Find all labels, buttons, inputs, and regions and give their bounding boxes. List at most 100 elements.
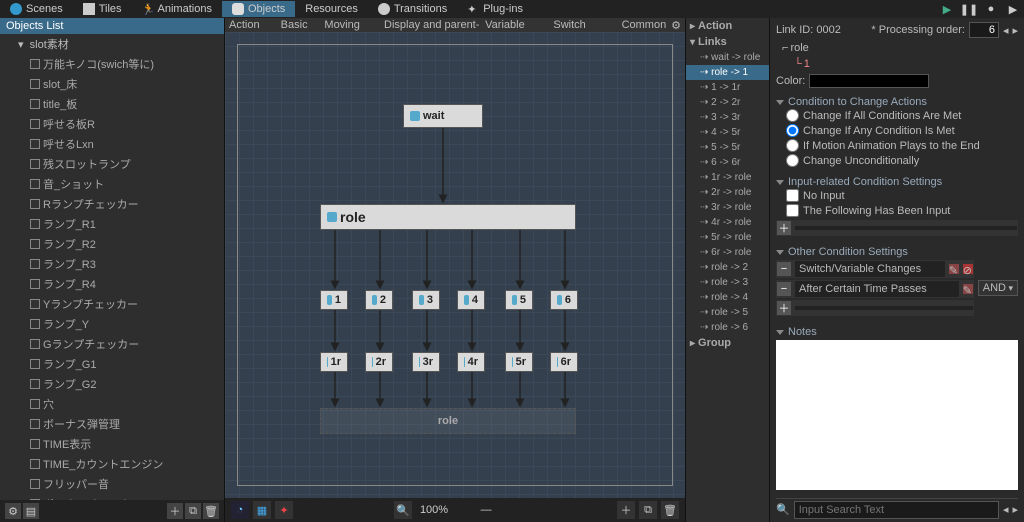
object-item[interactable]: ランプ_G1 (0, 354, 224, 374)
tab-scenes[interactable]: Scenes (0, 1, 73, 17)
link-item[interactable]: ⇢ role -> 6 (686, 320, 769, 335)
action-graph-canvas[interactable]: wait role 1 2 3 4 5 6 1r 2r 3r 4r 5r 6r … (225, 32, 685, 498)
tab-objects[interactable]: Objects (222, 1, 295, 17)
del-node-button[interactable]: 🗑 (661, 501, 679, 519)
object-item[interactable]: ランプ_R3 (0, 254, 224, 274)
proc-order-right-icon[interactable]: ▸ (1012, 24, 1018, 37)
node-4r[interactable]: 4r (457, 352, 485, 372)
ct-moving[interactable]: Moving and Jumping (324, 19, 380, 31)
record-button[interactable]: ● (982, 2, 1000, 16)
object-item[interactable]: ランプ_R4 (0, 274, 224, 294)
tab-tiles[interactable]: Tiles (73, 1, 132, 17)
object-item[interactable]: ランプ_G2 (0, 374, 224, 394)
link-item[interactable]: ⇢ role -> 2 (686, 260, 769, 275)
folder[interactable]: ▾ slot素材 (0, 34, 224, 54)
object-item[interactable]: slot_床 (0, 74, 224, 94)
tree-action[interactable]: ▸ Action (686, 18, 769, 34)
ct-common[interactable]: Common Actions (622, 19, 668, 31)
link-item[interactable]: ⇢ 6 -> 6r (686, 155, 769, 170)
chk-following-input[interactable] (786, 204, 799, 217)
node-1r[interactable]: 1r (320, 352, 348, 372)
color-swatch[interactable] (809, 74, 929, 88)
proc-order-left-icon[interactable]: ◂ (1003, 24, 1009, 37)
zoom-slider[interactable]: — (456, 501, 516, 519)
object-item[interactable]: ボーナス弾管理 (0, 414, 224, 434)
node-6[interactable]: 6 (550, 290, 578, 310)
and-toggle[interactable]: AND ▾ (978, 280, 1018, 296)
object-item[interactable]: 残スロットランプ (0, 154, 224, 174)
tab-transitions[interactable]: Transitions (368, 1, 457, 17)
node-2[interactable]: 2 (365, 290, 393, 310)
add-button[interactable]: ＋ (167, 503, 183, 519)
ct-display[interactable]: Display and parent-child relationship (384, 19, 481, 31)
link-item[interactable]: ⇢ 2 -> 2r (686, 95, 769, 110)
node-2r[interactable]: 2r (365, 352, 393, 372)
tree-group[interactable]: ▸ Group (686, 335, 769, 351)
toolbtn-3[interactable]: ✦ (275, 501, 293, 519)
radio-motion[interactable] (786, 139, 799, 152)
delete-button[interactable]: 🗑 (203, 503, 219, 519)
object-item[interactable]: TIME表示 (0, 434, 224, 454)
links-tree-panel[interactable]: ▸ Action ▾ Links ⇢ wait -> role⇢ role ->… (685, 18, 769, 522)
edit-cond2-button[interactable]: ✎ (963, 284, 973, 294)
object-item[interactable]: 呼せる板R (0, 114, 224, 134)
pause-button[interactable]: ❚❚ (960, 2, 978, 16)
radio-all[interactable] (786, 109, 799, 122)
node-6r[interactable]: 6r (550, 352, 578, 372)
object-item[interactable]: 音_ショット (0, 174, 224, 194)
link-item[interactable]: ⇢ 4 -> 5r (686, 125, 769, 140)
link-item[interactable]: ⇢ 3r -> role (686, 200, 769, 215)
node-1[interactable]: 1 (320, 290, 348, 310)
object-item[interactable]: ランプ_Y (0, 314, 224, 334)
duplicate-button[interactable]: ⧉ (185, 503, 201, 519)
radio-uncond[interactable] (786, 154, 799, 167)
node-5r[interactable]: 5r (505, 352, 533, 372)
link-item[interactable]: ⇢ role -> 4 (686, 290, 769, 305)
ct-basic-settings[interactable]: Basic Settings (281, 19, 321, 31)
remove-cond2-button[interactable]: − (777, 282, 791, 296)
node-wait[interactable]: wait (403, 104, 483, 128)
object-item[interactable]: 万能キノコ(swich等に) (0, 54, 224, 74)
notes-textarea[interactable] (776, 340, 1018, 490)
link-item[interactable]: ⇢ 1 -> 1r (686, 80, 769, 95)
ct-action-programs[interactable]: Action Programs (229, 19, 277, 31)
zoom-out-button[interactable]: 🔍 (394, 501, 412, 519)
link-item[interactable]: ⇢ 3 -> 3r (686, 110, 769, 125)
ct-variable[interactable]: Variable management (485, 19, 549, 31)
node-role[interactable]: role (320, 204, 576, 230)
search-next-icon[interactable]: ▸ (1012, 503, 1018, 516)
object-item[interactable]: Gランプチェッカー (0, 334, 224, 354)
link-item[interactable]: ⇢ 1r -> role (686, 170, 769, 185)
proc-order-input[interactable] (969, 22, 999, 38)
add-input-cond-button[interactable]: ＋ (777, 221, 791, 235)
add-cond-button[interactable]: ＋ (777, 301, 791, 315)
link-item[interactable]: ⇢ 6r -> role (686, 245, 769, 260)
link-item[interactable]: ⇢ role -> 3 (686, 275, 769, 290)
del-cond1-button[interactable]: ⊘ (963, 264, 973, 274)
filter-icon[interactable]: ▤ (23, 503, 39, 519)
ct-gear-icon[interactable]: ⚙ (671, 19, 681, 31)
play-button[interactable]: ▶ (938, 2, 956, 16)
forward-button[interactable]: ▶ (1004, 2, 1022, 16)
object-item[interactable]: TIME_カウントエンジン (0, 454, 224, 474)
link-item[interactable]: ⇢ 5r -> role (686, 230, 769, 245)
node-3[interactable]: 3 (412, 290, 440, 310)
chk-no-input[interactable] (786, 189, 799, 202)
tab-plugins[interactable]: ✦Plug-ins (457, 1, 533, 17)
link-item[interactable]: ⇢ 5 -> 5r (686, 140, 769, 155)
link-item[interactable]: ⇢ 4r -> role (686, 215, 769, 230)
object-item[interactable]: title_板 (0, 94, 224, 114)
object-item[interactable]: ランプ_R2 (0, 234, 224, 254)
remove-cond1-button[interactable]: − (777, 262, 791, 276)
link-item[interactable]: ⇢ role -> 5 (686, 305, 769, 320)
object-item[interactable]: Rランプチェッカー (0, 194, 224, 214)
object-item[interactable]: 穴 (0, 394, 224, 414)
objects-list[interactable]: ▾ slot素材 万能キノコ(swich等に)slot_床title_板呼せる板… (0, 34, 224, 500)
node-4[interactable]: 4 (457, 290, 485, 310)
tab-resources[interactable]: Resources (295, 1, 368, 17)
radio-any[interactable] (786, 124, 799, 137)
dup-node-button[interactable]: ⧉ (639, 501, 657, 519)
add-node-button[interactable]: ＋ (617, 501, 635, 519)
object-item[interactable]: Yランプチェッカー (0, 294, 224, 314)
node-goal-role[interactable]: role (320, 408, 576, 434)
